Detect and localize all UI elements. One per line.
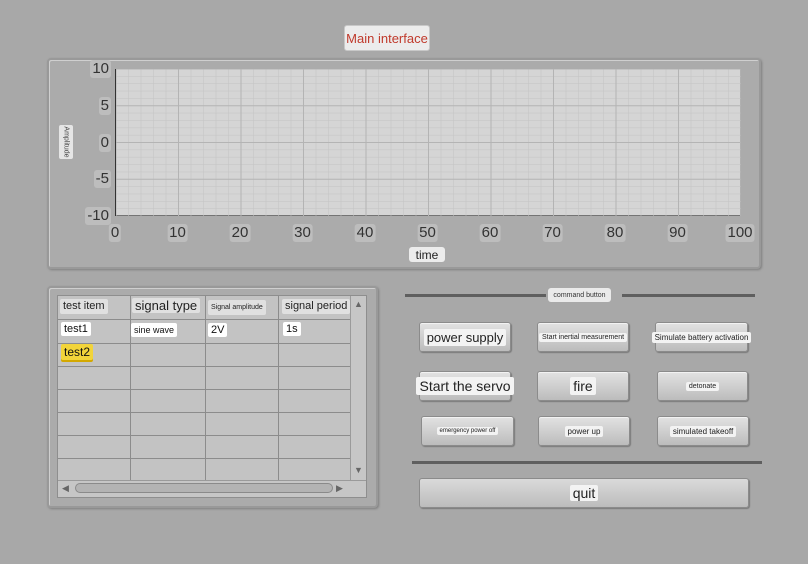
- y-axis-title: Amplitude: [59, 125, 73, 159]
- y-tick-label: 5: [98, 96, 111, 115]
- x-tick-label: 80: [604, 224, 626, 242]
- waveform-plot-area: [115, 69, 741, 216]
- column-header-signal-amplitude[interactable]: Signal amplitude: [208, 300, 266, 315]
- power-up-label: power up: [564, 425, 604, 437]
- scroll-left-icon[interactable]: ◀: [62, 483, 69, 494]
- y-tick-label: 10: [90, 60, 111, 78]
- plot-grid: [116, 69, 741, 216]
- table-cell-signal-amplitude[interactable]: 2V: [208, 323, 228, 337]
- fire-button[interactable]: fire: [537, 371, 629, 401]
- table-cell-signal-type[interactable]: sine wave: [131, 323, 178, 337]
- row-divider: [58, 389, 350, 390]
- vertical-scrollbar[interactable]: ▲ ▼: [350, 296, 366, 480]
- power-supply-label: power supply: [423, 328, 507, 346]
- y-axis-title-text: Amplitude: [62, 126, 70, 158]
- command-divider-right: [622, 294, 755, 297]
- x-tick-label: 10: [167, 224, 188, 242]
- start-servo-label: Start the servo: [416, 377, 514, 395]
- emergency-power-off-label: emergency power off: [436, 427, 499, 435]
- column-header-test-item[interactable]: test item: [60, 299, 108, 314]
- quit-button[interactable]: quit: [419, 478, 749, 508]
- command-divider-left: [405, 294, 546, 297]
- emergency-power-off-button[interactable]: emergency power off: [421, 416, 514, 446]
- row-divider: [58, 412, 350, 413]
- start-inertial-measurement-button[interactable]: Start inertial measurement: [537, 322, 629, 352]
- column-header-signal-period[interactable]: signal period: [282, 299, 351, 314]
- x-tick-label: 40: [354, 224, 376, 242]
- x-tick-label: 0: [108, 224, 122, 242]
- row-divider: [58, 435, 350, 436]
- x-tick-label: 50: [417, 224, 438, 242]
- column-divider: [278, 296, 279, 480]
- horizontal-scroll-thumb[interactable]: [75, 483, 333, 493]
- y-tick-label: -5: [93, 170, 111, 189]
- row-divider: [58, 366, 350, 367]
- power-up-button[interactable]: power up: [538, 416, 630, 446]
- y-tick-label: 0: [98, 133, 111, 152]
- x-tick-label: 20: [229, 224, 251, 242]
- table-cell-test-item[interactable]: test1: [61, 322, 91, 336]
- x-tick-label: 90: [667, 224, 688, 242]
- simulated-takeoff-button[interactable]: simulated takeoff: [657, 416, 749, 446]
- scroll-down-icon[interactable]: ▼: [354, 465, 363, 475]
- scroll-up-icon[interactable]: ▲: [354, 299, 363, 309]
- table-cell-test-item-selected[interactable]: test2: [61, 344, 94, 360]
- column-divider: [205, 296, 206, 480]
- scroll-right-icon[interactable]: ▶: [336, 483, 343, 494]
- simulate-battery-activation-button[interactable]: Simulate battery activation: [651, 322, 752, 352]
- start-inertial-measurement-label: Start inertial measurement: [538, 332, 628, 342]
- power-supply-button[interactable]: power supply: [419, 322, 511, 352]
- detonate-label: detonate: [685, 381, 720, 391]
- quit-divider: [412, 461, 762, 464]
- command-button-label: command button: [548, 288, 611, 302]
- simulate-battery-activation-label: Simulate battery activation: [651, 331, 752, 343]
- x-tick-label: 100: [725, 224, 755, 242]
- quit-label: quit: [569, 485, 599, 501]
- detonate-button[interactable]: detonate: [657, 371, 748, 401]
- column-header-signal-type[interactable]: signal type: [132, 298, 201, 313]
- table-cell-signal-period[interactable]: 1s: [283, 322, 301, 336]
- start-servo-button[interactable]: Start the servo: [416, 371, 514, 401]
- x-tick-label: 60: [479, 224, 501, 242]
- row-divider: [58, 319, 350, 320]
- main-interface-title[interactable]: Main interface: [344, 25, 430, 51]
- x-tick-label: 70: [542, 224, 563, 242]
- y-tick-label: -10: [85, 207, 111, 225]
- simulated-takeoff-label: simulated takeoff: [669, 425, 737, 437]
- x-axis-title: time: [409, 247, 445, 262]
- x-tick-label: 30: [292, 224, 313, 242]
- fire-label: fire: [570, 377, 596, 395]
- row-divider: [58, 343, 350, 344]
- row-divider: [58, 458, 350, 459]
